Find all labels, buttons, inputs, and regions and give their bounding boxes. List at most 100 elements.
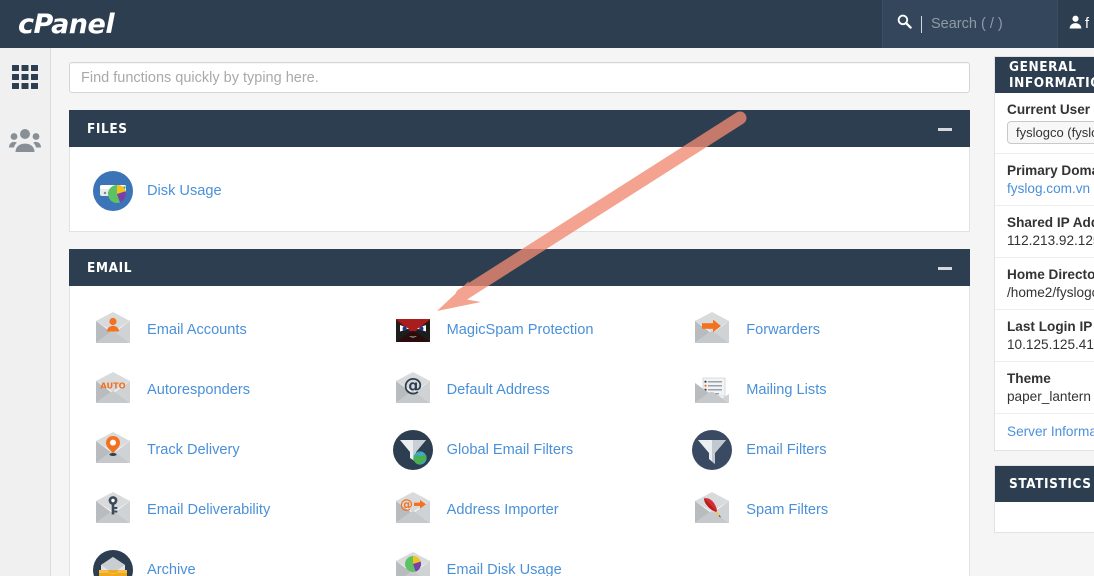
email-item-grid: Email Accounts MagicSpam Protection Forw… [70, 300, 969, 576]
collapse-icon[interactable] [938, 122, 952, 136]
tile-label: Email Disk Usage [446, 562, 562, 576]
funnel-globe-icon [392, 429, 434, 471]
info-key: Shared IP Address [1007, 215, 1094, 230]
sidebar-item-user-manager[interactable] [5, 122, 45, 162]
shared-ip-value: 112.213.92.125 [1007, 233, 1094, 248]
tile-label: Global Email Filters [446, 442, 574, 458]
username-label: f [1085, 16, 1090, 32]
right-sidebar: GENERAL INFORMATION Current User fyslogc… [988, 48, 1094, 576]
envelope-quill-icon [691, 489, 733, 531]
envelope-pie-icon [392, 549, 434, 576]
info-row-home-directory: Home Directory /home2/fyslogco [995, 258, 1094, 310]
tile-label: Disk Usage [147, 183, 222, 199]
svg-text:@: @ [403, 374, 422, 396]
info-key: Primary Domain [1007, 163, 1094, 178]
cpanel-logo[interactable]: cPanel [0, 0, 188, 48]
search-text-cursor [921, 15, 922, 33]
info-row-shared-ip: Shared IP Address 112.213.92.125 [995, 206, 1094, 258]
cpanel-window: cPanel Search ( / ) f Find functions qui… [0, 0, 1094, 576]
svg-text:@: @ [400, 498, 413, 513]
current-user-value[interactable]: fyslogco (fyslogco) [1007, 121, 1094, 144]
svg-text:AUTO: AUTO [100, 381, 125, 391]
magicspam-angry-envelope-icon [392, 309, 434, 351]
general-information-card: GENERAL INFORMATION Current User fyslogc… [994, 56, 1094, 451]
global-search-box[interactable]: Search ( / ) [882, 0, 1058, 48]
tile-label: Archive [147, 562, 196, 576]
theme-value: paper_lantern [1007, 389, 1091, 404]
statistics-card: STATISTICS [994, 465, 1094, 533]
info-key: Current User [1007, 102, 1091, 117]
last-login-ip-value: 10.125.125.41 [1007, 337, 1094, 352]
info-row-primary-domain: Primary Domain fyslog.com.vn | [995, 154, 1094, 206]
tile-default-address[interactable]: @ Default Address [370, 360, 670, 420]
tile-label: Autoresponders [147, 382, 251, 398]
tile-label: Mailing Lists [746, 382, 827, 398]
archive-tray-icon [92, 549, 134, 576]
panel-email-body: Email Accounts MagicSpam Protection Forw… [69, 286, 970, 576]
panel-email-header[interactable]: EMAIL [69, 249, 970, 286]
home-directory-value: /home2/fyslogco [1007, 285, 1094, 300]
user-icon [1069, 15, 1082, 34]
funnel-icon [691, 429, 733, 471]
find-functions-placeholder: Find functions quickly by typing here. [81, 69, 319, 86]
envelope-auto-icon: AUTO [92, 369, 134, 411]
sidebar-item-home[interactable] [5, 60, 45, 100]
left-icon-rail [0, 48, 51, 576]
statistics-body [995, 502, 1094, 532]
info-key: Theme [1007, 371, 1051, 386]
users-group-icon [9, 127, 41, 158]
tile-address-importer[interactable]: @ Address Importer [370, 480, 670, 540]
tile-autoresponders[interactable]: AUTO Autoresponders [70, 360, 370, 420]
tile-archive[interactable]: Archive [70, 540, 370, 576]
main-content: Find functions quickly by typing here. F… [51, 48, 988, 576]
info-key: Home Directory [1007, 267, 1094, 282]
panel-email-title: EMAIL [87, 259, 133, 276]
envelope-key-icon [92, 489, 134, 531]
info-row-server-information: Server Information [995, 414, 1094, 450]
statistics-title: STATISTICS [995, 466, 1094, 502]
panel-email: EMAIL Email Accounts MagicSpam Protectio… [69, 249, 970, 576]
primary-domain-link[interactable]: fyslog.com.vn | [1007, 181, 1094, 196]
tile-track-delivery[interactable]: Track Delivery [70, 420, 370, 480]
tile-mailing-lists[interactable]: Mailing Lists [669, 360, 969, 420]
server-information-link[interactable]: Server Information [1007, 424, 1094, 439]
tile-email-disk-usage[interactable]: Email Disk Usage [370, 540, 670, 576]
tile-disk-usage[interactable]: Disk Usage [70, 161, 370, 221]
apps-grid-icon [10, 63, 40, 98]
tile-label: Track Delivery [147, 442, 240, 458]
tile-label: Email Accounts [147, 322, 247, 338]
envelope-user-icon [92, 309, 134, 351]
tile-label: Default Address [446, 382, 550, 398]
find-functions-input[interactable]: Find functions quickly by typing here. [69, 62, 970, 93]
panel-files: FILES Disk Usage [69, 110, 970, 232]
tile-email-filters[interactable]: Email Filters [669, 420, 969, 480]
panel-files-title: FILES [87, 120, 128, 137]
top-navigation-bar: cPanel Search ( / ) f [0, 0, 1094, 48]
tile-email-deliverability[interactable]: Email Deliverability [70, 480, 370, 540]
tile-magicspam-protection[interactable]: MagicSpam Protection [370, 300, 670, 360]
tile-email-accounts[interactable]: Email Accounts [70, 300, 370, 360]
tile-label: Forwarders [746, 322, 821, 338]
tile-spam-filters[interactable]: Spam Filters [669, 480, 969, 540]
envelope-pin-icon [92, 429, 134, 471]
info-row-last-login-ip: Last Login IP Address 10.125.125.41 [995, 310, 1094, 362]
envelope-arrow-icon [691, 309, 733, 351]
user-menu[interactable]: f [1058, 0, 1094, 48]
tile-global-email-filters[interactable]: Global Email Filters [370, 420, 670, 480]
tile-label: Email Deliverability [147, 502, 271, 518]
envelope-at-arrow-icon: @ [392, 489, 434, 531]
info-key: Last Login IP Address [1007, 319, 1094, 334]
collapse-icon[interactable] [938, 261, 952, 275]
general-information-title: GENERAL INFORMATION [995, 57, 1094, 93]
tile-label: Address Importer [446, 502, 559, 518]
tile-label: Email Filters [746, 442, 827, 458]
envelope-list-icon [691, 369, 733, 411]
tile-label: MagicSpam Protection [446, 322, 594, 338]
panel-files-body: Disk Usage [69, 147, 970, 232]
files-item-grid: Disk Usage [70, 161, 969, 221]
search-placeholder: Search ( / ) [931, 16, 1003, 32]
envelope-at-icon: @ [392, 369, 434, 411]
tile-forwarders[interactable]: Forwarders [669, 300, 969, 360]
panel-files-header[interactable]: FILES [69, 110, 970, 147]
